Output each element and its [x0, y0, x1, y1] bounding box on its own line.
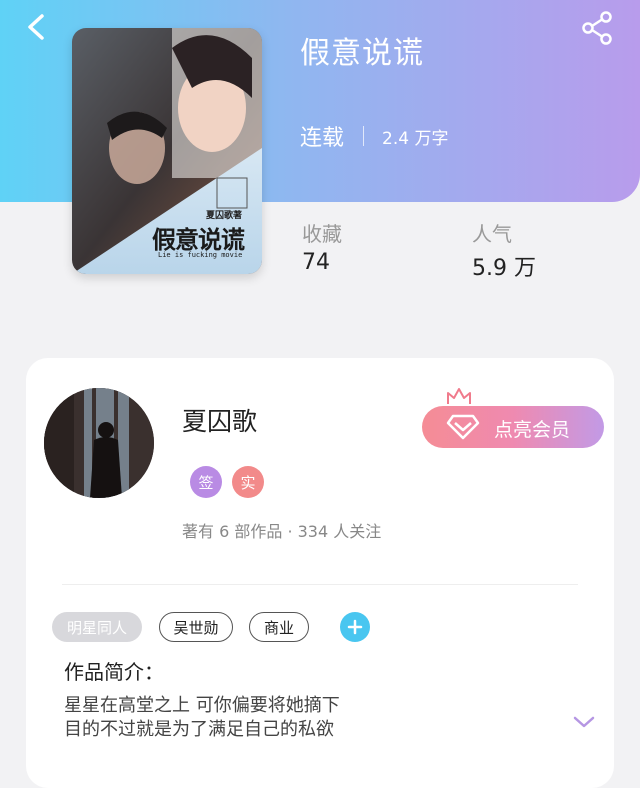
add-tag-button[interactable]: [340, 612, 370, 642]
share-button[interactable]: [578, 10, 618, 50]
share-icon: [582, 11, 612, 45]
vip-button-label: 点亮会员: [494, 419, 571, 441]
cover-title: 假意说谎: [152, 226, 245, 254]
intro-line-1: 星星在高堂之上 可你偏要将她摘下: [64, 695, 340, 716]
tag-genre[interactable]: 商业: [249, 612, 309, 642]
tag-category[interactable]: 明星同人: [52, 612, 142, 642]
plus-icon: [347, 619, 363, 635]
popularity-label: 人气: [472, 222, 512, 246]
status-divider: [363, 126, 364, 146]
intro-line-2: 目的不过就是为了满足自己的私欲: [64, 719, 334, 740]
author-name[interactable]: 夏囚歌: [182, 402, 257, 438]
crown-icon: [447, 388, 471, 404]
intro-text: 星星在高堂之上 可你偏要将她摘下 目的不过就是为了满足自己的私欲: [64, 694, 340, 742]
vip-button[interactable]: 点亮会员: [422, 406, 604, 448]
author-meta: 著有 6 部作品 · 334 人关注: [182, 522, 382, 541]
author-card: 夏囚歌 签 实 著有 6 部作品 · 334 人关注 点亮会员 明星同人 吴世勋…: [26, 358, 614, 788]
diamond-icon: [446, 414, 480, 440]
chevron-down-icon[interactable]: [572, 714, 596, 730]
chevron-left-icon: [28, 14, 44, 40]
avatar-image: [44, 388, 154, 498]
verified-badge: 实: [232, 466, 264, 498]
cover-subtitle: Lie is fucking movie: [158, 251, 243, 259]
serial-status: 连载: [300, 126, 345, 151]
signed-badge: 签: [190, 466, 222, 498]
book-cover[interactable]: 夏囚歌著 假意说谎 Lie is fucking movie: [72, 28, 262, 274]
avatar[interactable]: [44, 388, 154, 498]
book-title: 假意说谎: [300, 36, 424, 71]
back-button[interactable]: [18, 10, 58, 50]
intro-heading: 作品简介：: [64, 660, 164, 684]
popularity-value: 5.9 万: [472, 256, 536, 281]
tag-character[interactable]: 吴世勋: [159, 612, 233, 642]
section-divider: [62, 584, 578, 585]
favorites-label: 收藏: [302, 222, 342, 246]
word-count: 2.4 万字: [382, 129, 449, 149]
favorites-value: 74: [302, 250, 330, 275]
